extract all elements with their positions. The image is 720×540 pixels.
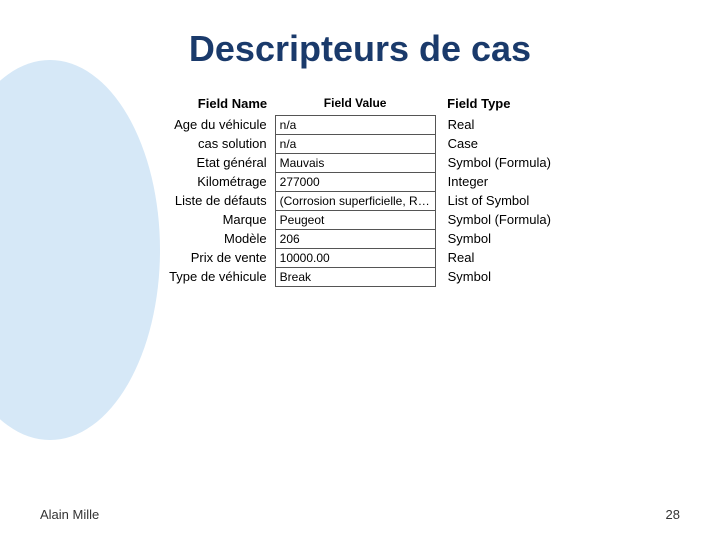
cell-field-name: Marque (161, 210, 275, 229)
cell-field-value: 277000 (275, 172, 435, 191)
table-row: cas solutionn/aCase (161, 134, 559, 153)
cell-field-value: 206 (275, 229, 435, 248)
cell-field-name: Modèle (161, 229, 275, 248)
cell-field-value: n/a (275, 115, 435, 134)
cell-field-name: Liste de défauts (161, 191, 275, 210)
header-name: Field Name (161, 94, 275, 115)
header-type: Field Type (435, 94, 559, 115)
table-row: Prix de vente10000.00Real (161, 248, 559, 267)
table-row: Etat généralMauvaisSymbol (Formula) (161, 153, 559, 172)
cell-field-type: Symbol (435, 267, 559, 286)
cell-field-value: Mauvais (275, 153, 435, 172)
table-row: Modèle206Symbol (161, 229, 559, 248)
cell-field-type: Real (435, 248, 559, 267)
descriptors-table: Field Name Field Value Field Type Age du… (161, 94, 559, 287)
table-row: Liste de défauts(Corrosion superficielle… (161, 191, 559, 210)
cell-field-name: Etat général (161, 153, 275, 172)
cell-field-type: Case (435, 134, 559, 153)
page-title: Descripteurs de cas (0, 28, 720, 70)
table-row: Type de véhiculeBreakSymbol (161, 267, 559, 286)
cell-field-type: Symbol (Formula) (435, 153, 559, 172)
cell-field-value: (Corrosion superficielle, R… (275, 191, 435, 210)
cell-field-name: Prix de vente (161, 248, 275, 267)
cell-field-name: cas solution (161, 134, 275, 153)
main-content: Descripteurs de cas Field Name Field Val… (0, 0, 720, 540)
table-row: MarquePeugeotSymbol (Formula) (161, 210, 559, 229)
cell-field-type: Symbol (Formula) (435, 210, 559, 229)
cell-field-value: 10000.00 (275, 248, 435, 267)
header-value: Field Value (275, 94, 435, 115)
cell-field-name: Kilométrage (161, 172, 275, 191)
cell-field-value: Break (275, 267, 435, 286)
cell-field-value: Peugeot (275, 210, 435, 229)
cell-field-type: Symbol (435, 229, 559, 248)
cell-field-name: Type de véhicule (161, 267, 275, 286)
cell-field-type: Integer (435, 172, 559, 191)
table-header-row: Field Name Field Value Field Type (161, 94, 559, 115)
cell-field-type: List of Symbol (435, 191, 559, 210)
table-row: Kilométrage277000Integer (161, 172, 559, 191)
table-row: Age du véhiculen/aReal (161, 115, 559, 134)
cell-field-value: n/a (275, 134, 435, 153)
table-wrapper: Field Name Field Value Field Type Age du… (0, 94, 720, 287)
cell-field-type: Real (435, 115, 559, 134)
cell-field-name: Age du véhicule (161, 115, 275, 134)
